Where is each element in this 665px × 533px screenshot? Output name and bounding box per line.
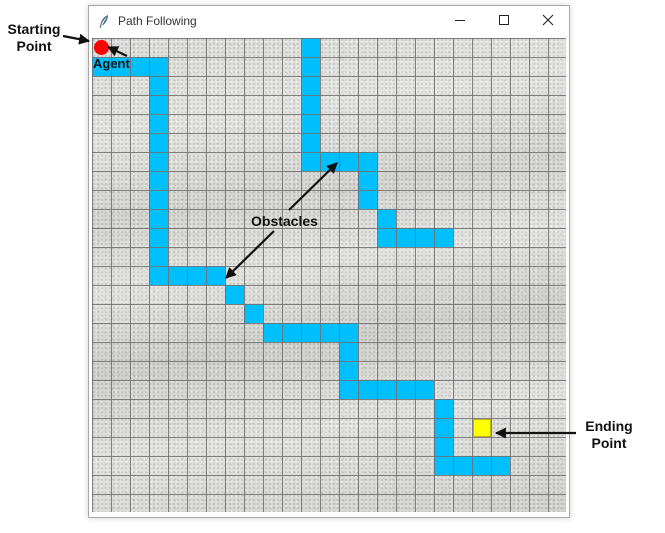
grid-lines [92,38,566,512]
agent-label: Agent [93,56,130,71]
minimize-icon [454,13,466,31]
close-icon [542,13,554,31]
title-bar[interactable]: Path Following [89,6,569,37]
starting-point-label: Starting Point [0,21,68,55]
agent-marker [94,40,109,55]
figure-stage: Path Following Starting Point Agent Obst… [0,0,665,533]
close-button[interactable] [526,6,570,37]
obstacles-label: Obstacles [251,213,318,229]
grid-canvas[interactable] [92,38,566,512]
ending-point-label: Ending Point [578,418,640,452]
window-title: Path Following [118,14,197,28]
maximize-icon [498,13,510,31]
starting-point-text: Starting Point [7,21,61,54]
feather-icon [97,14,111,30]
ending-point-goal [473,419,491,437]
ending-point-text: Ending Point [585,418,633,451]
maximize-button[interactable] [482,6,526,37]
minimize-button[interactable] [438,6,482,37]
